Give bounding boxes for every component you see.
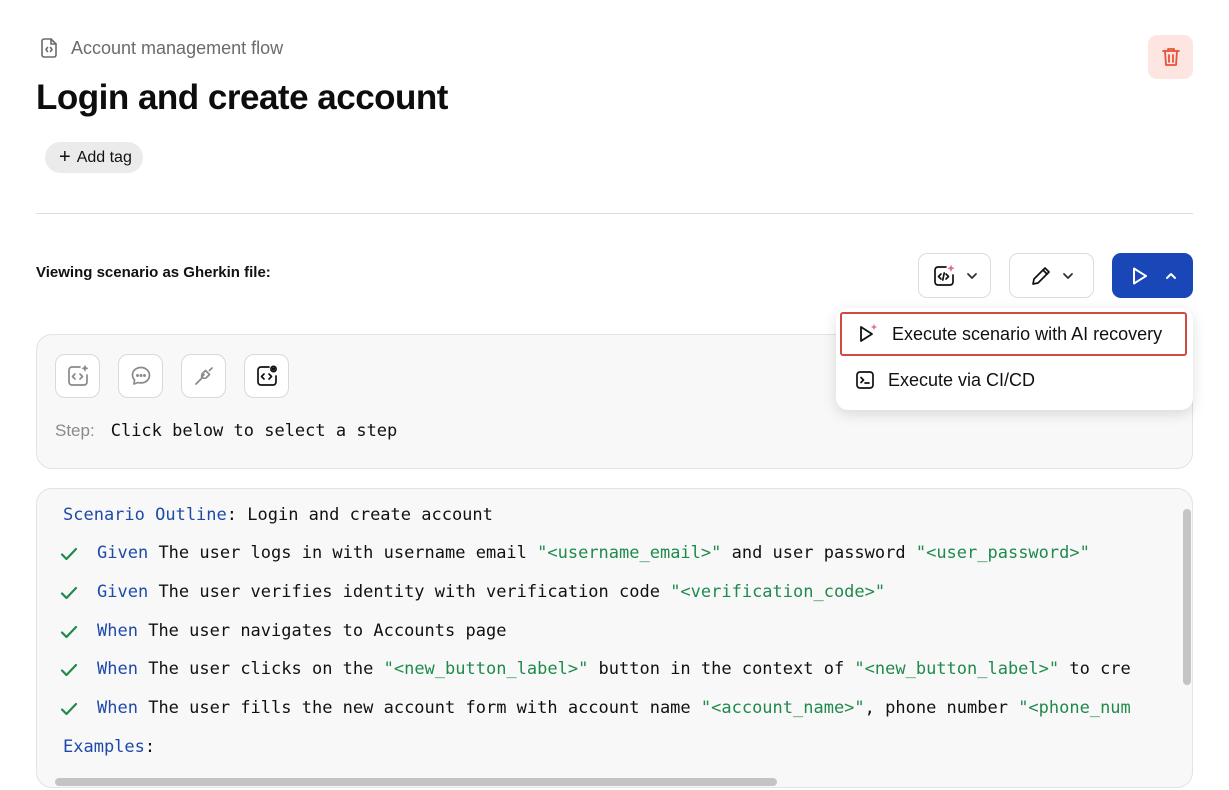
- step-line: Step: Click below to select a step: [55, 421, 397, 441]
- trash-icon: [1161, 48, 1180, 66]
- code-settings-button[interactable]: [244, 354, 289, 398]
- examples-line: Examples:: [63, 737, 156, 757]
- step-text: The user verifies identity with verifica…: [158, 582, 671, 602]
- plus-icon: +: [59, 145, 71, 168]
- gherkin-step-line[interactable]: Given The user verifies identity with ve…: [97, 582, 885, 602]
- step-text: and user password: [721, 543, 916, 563]
- step-keyword: Given: [97, 543, 149, 563]
- step-parameter: "<account_name>": [700, 698, 865, 718]
- chevron-up-icon: [1165, 272, 1176, 279]
- delete-button[interactable]: [1148, 35, 1193, 79]
- chevron-down-icon: [1062, 272, 1073, 279]
- play-icon: [1132, 267, 1147, 284]
- step-parameter: "<verification_code>": [670, 582, 886, 602]
- step-parameter: "<username_email>": [537, 543, 722, 563]
- terminal-icon: [856, 371, 874, 389]
- vertical-scrollbar[interactable]: [1183, 509, 1191, 685]
- ai-code-button[interactable]: [55, 354, 100, 398]
- play-sparkle-icon: [860, 324, 877, 342]
- check-icon: [60, 586, 78, 600]
- code-file-icon: [41, 38, 57, 58]
- ai-code-dropdown-button[interactable]: [918, 253, 991, 298]
- code-settings-icon: [256, 365, 277, 386]
- step-text: The user logs in with username email: [158, 543, 538, 563]
- run-options-menu: Execute scenario with AI recovery Execut…: [836, 308, 1193, 410]
- step-keyword: When: [97, 659, 138, 679]
- horizontal-scrollbar[interactable]: [55, 778, 777, 786]
- menu-item-execute-ci-cd[interactable]: Execute via CI/CD: [840, 358, 1187, 402]
- ai-code-icon: [933, 264, 954, 286]
- examples-keyword: Examples: [63, 737, 145, 757]
- step-text: The user fills the new account form with…: [148, 698, 701, 718]
- menu-item-label: Execute scenario with AI recovery: [892, 323, 1163, 344]
- ai-code-icon: [67, 365, 88, 386]
- scenario-outline-keyword: Scenario Outline: [63, 505, 227, 525]
- gherkin-step-line[interactable]: When The user fills the new account form…: [97, 698, 1131, 718]
- step-parameter: "<new_button_label>": [383, 659, 589, 679]
- plug-icon: [194, 367, 213, 385]
- view-mode-label: Viewing scenario as Gherkin file:: [36, 264, 271, 281]
- gherkin-editor[interactable]: Scenario Outline: Login and create accou…: [36, 488, 1193, 788]
- add-tag-button[interactable]: + Add tag: [45, 142, 143, 173]
- step-parameter: "<user_password>": [915, 543, 1090, 563]
- add-tag-label: Add tag: [76, 148, 132, 166]
- pencil-icon: [1031, 266, 1050, 285]
- scenario-outline-line: Scenario Outline: Login and create accou…: [63, 505, 493, 525]
- check-icon: [60, 663, 78, 677]
- gherkin-step-line[interactable]: When The user clicks on the "<new_button…: [97, 659, 1131, 679]
- edit-dropdown-button[interactable]: [1009, 253, 1094, 298]
- step-label: Step:: [55, 421, 95, 440]
- step-text: Click below to select a step: [110, 421, 398, 441]
- divider: [36, 213, 1193, 214]
- connect-button[interactable]: [181, 354, 226, 398]
- run-button[interactable]: [1112, 253, 1193, 298]
- page-title: Login and create account: [36, 78, 448, 117]
- menu-item-execute-ai-recovery[interactable]: Execute scenario with AI recovery: [840, 312, 1187, 356]
- gherkin-step-line[interactable]: Given The user logs in with username ema…: [97, 543, 1090, 563]
- breadcrumb[interactable]: Account management flow: [37, 36, 283, 60]
- check-icon: [60, 625, 78, 639]
- gherkin-step-line[interactable]: When The user navigates to Accounts page: [97, 621, 506, 641]
- check-icon: [60, 547, 78, 561]
- step-keyword: When: [97, 698, 138, 718]
- breadcrumb-label: Account management flow: [71, 37, 284, 58]
- menu-item-label: Execute via CI/CD: [888, 369, 1036, 390]
- step-text: to cre: [1059, 659, 1131, 679]
- step-keyword: Given: [97, 582, 149, 602]
- step-text: , phone number: [864, 698, 1019, 718]
- chat-icon: [131, 366, 150, 385]
- step-parameter: "<phone_num: [1018, 698, 1131, 718]
- step-parameter: "<new_button_label>": [854, 659, 1060, 679]
- step-text: button in the context of: [588, 659, 855, 679]
- chevron-down-icon: [966, 272, 977, 279]
- chat-button[interactable]: [118, 354, 163, 398]
- step-text: The user navigates to Accounts page: [148, 621, 507, 641]
- step-keyword: When: [97, 621, 138, 641]
- step-text: The user clicks on the: [148, 659, 384, 679]
- scenario-outline-title: Login and create account: [247, 505, 493, 525]
- check-icon: [60, 702, 78, 716]
